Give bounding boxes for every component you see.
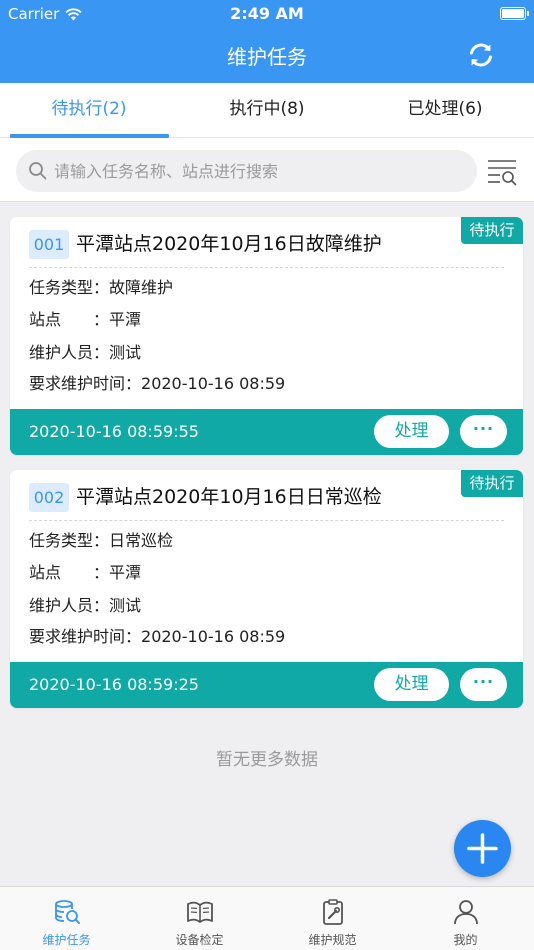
divider [29, 267, 504, 268]
nav-item-maintenance-tasks[interactable]: 维护任务 [0, 887, 133, 950]
task-type-label: 任务类型： [29, 531, 110, 550]
no-more-data-text: 暂无更多数据 [216, 750, 318, 770]
site-label: 站点 ： [29, 310, 110, 329]
person-row: 维护人员：测试 [29, 342, 141, 364]
task-title: 平潭站点2020年10月16日故障维护 [76, 233, 382, 255]
task-type-row: 任务类型：故障维护 [29, 277, 173, 299]
deadline-value: 2020-10-16 08:59 [141, 627, 286, 646]
person-icon [454, 900, 478, 925]
divider [29, 520, 504, 521]
search-filter-icon[interactable] [486, 158, 518, 186]
deadline-value: 2020-10-16 08:59 [141, 374, 286, 393]
task-footer: 2020-10-16 08:59:55 处理 ··· [10, 409, 523, 455]
plus-icon [467, 833, 498, 864]
nav-item-device-verification[interactable]: 设备检定 [133, 887, 266, 950]
person-row: 维护人员：测试 [29, 595, 141, 617]
deadline-row: 要求维护时间：2020-10-16 08:59 [29, 626, 285, 648]
person-label: 维护人员： [29, 343, 110, 362]
task-footer: 2020-10-16 08:59:25 处理 ··· [10, 662, 523, 708]
task-type-value: 故障维护 [109, 278, 174, 297]
task-timestamp: 2020-10-16 08:59:25 [29, 675, 199, 694]
task-type-value: 日常巡检 [109, 531, 174, 550]
task-title: 平潭站点2020年10月16日日常巡检 [76, 486, 382, 508]
search-icon [29, 162, 47, 180]
page-title: 维护任务 [227, 45, 307, 69]
nav-bar: 维护任务 [0, 27, 534, 83]
bottom-tab-bar: 维护任务 设备检定 维护规范 我的 [0, 886, 534, 950]
site-label: 站点 ： [29, 563, 110, 582]
person-label: 维护人员： [29, 596, 110, 615]
deadline-row: 要求维护时间：2020-10-16 08:59 [29, 373, 285, 395]
search-box[interactable] [16, 150, 477, 192]
nav-item-mine[interactable]: 我的 [399, 887, 532, 950]
site-row: 站点 ：平潭 [29, 562, 141, 584]
process-button[interactable]: 处理 [374, 415, 449, 448]
task-number: 002 [29, 483, 69, 512]
status-badge: 待执行 [461, 217, 523, 244]
clipboard-wrench-icon [323, 899, 343, 925]
nav-label: 维护规范 [308, 933, 357, 947]
person-value: 测试 [109, 343, 142, 362]
add-task-button[interactable] [454, 820, 511, 877]
task-number: 001 [29, 230, 69, 259]
task-type-label: 任务类型： [29, 278, 110, 297]
process-button[interactable]: 处理 [374, 668, 449, 701]
task-card[interactable]: 待执行 001 平潭站点2020年10月16日故障维护 任务类型：故障维护 站点… [10, 217, 523, 455]
battery-icon [500, 7, 529, 20]
more-options-button[interactable]: ··· [460, 415, 507, 448]
deadline-label: 要求维护时间： [29, 374, 142, 393]
tab-in-progress[interactable]: 执行中(8) [178, 83, 356, 138]
open-book-icon [187, 901, 213, 923]
nav-label: 我的 [453, 933, 478, 947]
deadline-label: 要求维护时间： [29, 627, 142, 646]
refresh-icon[interactable] [466, 40, 496, 70]
task-card[interactable]: 待执行 002 平潭站点2020年10月16日日常巡检 任务类型：日常巡检 站点… [10, 470, 523, 708]
status-tabs: 待执行(2) 执行中(8) 已处理(6) [0, 83, 534, 138]
site-row: 站点 ：平潭 [29, 309, 141, 331]
search-bar [0, 138, 534, 202]
site-value: 平潭 [109, 310, 142, 329]
status-bar: Carrier 2:49 AM [0, 0, 534, 27]
clock: 2:49 AM [230, 4, 304, 23]
nav-label: 设备检定 [175, 933, 224, 947]
person-value: 测试 [109, 596, 142, 615]
nav-item-maintenance-standards[interactable]: 维护规范 [266, 887, 399, 950]
status-badge: 待执行 [461, 470, 523, 497]
task-timestamp: 2020-10-16 08:59:55 [29, 422, 199, 441]
database-search-icon [55, 900, 80, 924]
site-value: 平潭 [109, 563, 142, 582]
tab-pending[interactable]: 待执行(2) [0, 83, 178, 138]
nav-label: 维护任务 [42, 933, 91, 947]
tab-processed[interactable]: 已处理(6) [356, 83, 534, 138]
more-options-button[interactable]: ··· [460, 668, 507, 701]
task-type-row: 任务类型：日常巡检 [29, 530, 173, 552]
search-input[interactable] [54, 156, 464, 186]
